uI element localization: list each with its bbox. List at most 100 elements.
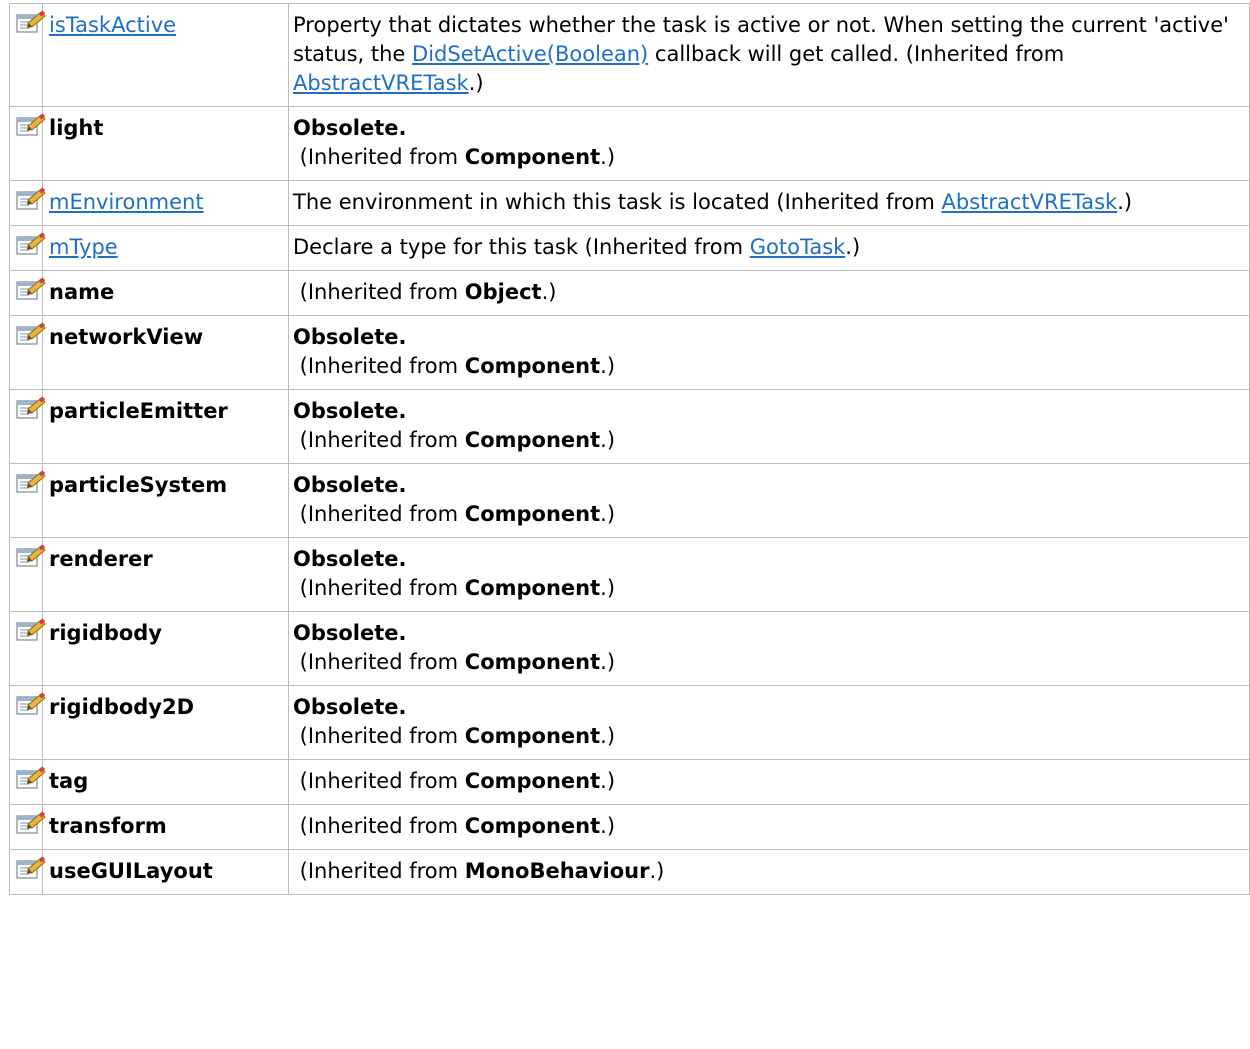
inherited-suffix: .) [600, 769, 616, 793]
member-row: particleSystem Obsolete. (Inherited from … [9, 463, 1250, 538]
member-description-cell: Obsolete. (Inherited from Component.) [288, 537, 1250, 612]
inherited-class-name: Component [464, 769, 601, 793]
inherited-class-name: Component [464, 576, 601, 600]
inherited-prefix: (Inherited from [293, 354, 465, 378]
inherited-suffix: .) [600, 502, 616, 526]
public-property-icon [16, 856, 46, 881]
member-icon-cell [9, 804, 46, 850]
obsolete-label: Obsolete. [293, 473, 407, 497]
inherited-suffix: .) [541, 280, 557, 304]
inherited-prefix: (Inherited from [293, 428, 465, 452]
inherited-note: (Inherited from Component.) [293, 812, 1243, 841]
public-property-icon [16, 618, 46, 643]
inherited-class-name: Component [464, 145, 601, 169]
inherited-class-name: Component [464, 650, 601, 674]
member-name-link[interactable]: mEnvironment [49, 190, 204, 214]
member-icon-cell [9, 3, 46, 107]
member-description-cell: The environment in which this task is lo… [288, 180, 1250, 226]
description-text: .) [468, 71, 484, 95]
member-description-cell: (Inherited from Component.) [288, 759, 1250, 805]
member-name-link[interactable]: isTaskActive [49, 13, 176, 37]
member-name-cell: transform [42, 804, 289, 850]
inherited-note: (Inherited from Component.) [293, 648, 1243, 677]
member-row: networkView Obsolete. (Inherited from Com… [9, 315, 1250, 390]
member-row: mType Declare a type for this task (Inher… [9, 225, 1250, 271]
member-name: tag [49, 769, 89, 793]
inherited-class-name: Component [464, 814, 601, 838]
description-link[interactable]: AbstractVRETask [942, 190, 1118, 214]
member-name-cell: rigidbody2D [42, 685, 289, 760]
inherited-suffix: .) [600, 428, 616, 452]
member-row: name (Inherited from Object.) [9, 270, 1250, 316]
inherited-prefix: (Inherited from [293, 814, 465, 838]
description-link[interactable]: AbstractVRETask [293, 71, 469, 95]
inherited-note: (Inherited from Component.) [293, 722, 1243, 751]
member-description-cell: (Inherited from Object.) [288, 270, 1250, 316]
member-icon-cell [9, 106, 46, 181]
inherited-class-name: Component [464, 354, 601, 378]
inherited-note: (Inherited from Component.) [293, 143, 1243, 172]
inherited-prefix: (Inherited from [293, 769, 465, 793]
inherited-suffix: .) [600, 650, 616, 674]
inherited-note: (Inherited from Object.) [293, 278, 1243, 307]
member-description-cell: Obsolete. (Inherited from Component.) [288, 611, 1250, 686]
obsolete-label: Obsolete. [293, 695, 407, 719]
member-icon-cell [9, 389, 46, 464]
inherited-prefix: (Inherited from [293, 145, 465, 169]
member-row: tag (Inherited from Component.) [9, 759, 1250, 805]
public-property-icon [16, 470, 46, 495]
member-icon-cell [9, 685, 46, 760]
public-property-icon [16, 277, 46, 302]
member-name-cell: light [42, 106, 289, 181]
member-name-cell: particleEmitter [42, 389, 289, 464]
member-icon-cell [9, 315, 46, 390]
member-description-cell: Obsolete. (Inherited from Component.) [288, 685, 1250, 760]
inherited-prefix: (Inherited from [293, 502, 465, 526]
inherited-note: (Inherited from Component.) [293, 767, 1243, 796]
obsolete-label: Obsolete. [293, 399, 407, 423]
member-name-cell: mEnvironment [42, 180, 289, 226]
inherited-prefix: (Inherited from [293, 576, 465, 600]
public-property-icon [16, 10, 46, 35]
description-text: The environment in which this task is lo… [293, 190, 942, 214]
public-property-icon [16, 322, 46, 347]
member-name-cell: mType [42, 225, 289, 271]
members-table: isTaskActive Property that dictates wheth… [9, 3, 1250, 895]
description-text: .) [1117, 190, 1133, 214]
member-description-cell: Obsolete. (Inherited from Component.) [288, 106, 1250, 181]
member-icon-cell [9, 537, 46, 612]
inherited-note: (Inherited from Component.) [293, 574, 1243, 603]
public-property-icon [16, 187, 46, 212]
inherited-prefix: (Inherited from [293, 859, 465, 883]
inherited-note: (Inherited from Component.) [293, 500, 1243, 529]
member-name-cell: tag [42, 759, 289, 805]
member-name-cell: name [42, 270, 289, 316]
inherited-note: (Inherited from MonoBehaviour.) [293, 857, 1243, 886]
member-name-cell: particleSystem [42, 463, 289, 538]
inherited-suffix: .) [649, 859, 665, 883]
members-table-body: isTaskActive Property that dictates wheth… [9, 3, 1250, 895]
description-text: .) [845, 235, 861, 259]
member-row: transform (Inherited from Component.) [9, 804, 1250, 850]
member-name: rigidbody [49, 621, 162, 645]
public-property-icon [16, 811, 46, 836]
member-name-cell: isTaskActive [42, 3, 289, 107]
member-icon-cell [9, 180, 46, 226]
inherited-class-name: MonoBehaviour [464, 859, 650, 883]
public-property-icon [16, 113, 46, 138]
member-icon-cell [9, 225, 46, 271]
description-link[interactable]: GotoTask [750, 235, 846, 259]
member-name-link[interactable]: mType [49, 235, 118, 259]
inherited-note: (Inherited from Component.) [293, 352, 1243, 381]
public-property-icon [16, 544, 46, 569]
member-name-cell: renderer [42, 537, 289, 612]
obsolete-label: Obsolete. [293, 116, 407, 140]
member-name: particleSystem [49, 473, 228, 497]
inherited-class-name: Object [464, 280, 542, 304]
obsolete-label: Obsolete. [293, 325, 407, 349]
member-row: mEnvironment The environment in which thi… [9, 180, 1250, 226]
member-name: name [49, 280, 115, 304]
member-description-cell: Declare a type for this task (Inherited … [288, 225, 1250, 271]
description-link[interactable]: DidSetActive(Boolean) [412, 42, 648, 66]
inherited-suffix: .) [600, 145, 616, 169]
